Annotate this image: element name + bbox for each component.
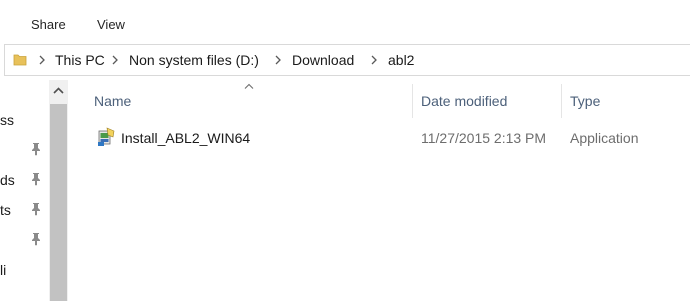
- installer-icon: [98, 127, 115, 146]
- chevron-right-icon[interactable]: [110, 53, 120, 67]
- sort-ascending-icon: [244, 83, 254, 89]
- chevron-right-icon[interactable]: [37, 53, 47, 67]
- file-type: Application: [570, 130, 639, 146]
- nav-item-label[interactable]: ds: [0, 172, 15, 188]
- file-date-modified: 11/27/2015 2:13 PM: [421, 130, 547, 146]
- breadcrumb-drive-d[interactable]: Non system files (D:): [129, 52, 259, 68]
- pin-icon[interactable]: [30, 172, 42, 186]
- folder-icon: [13, 54, 27, 66]
- column-header-label: Name: [94, 93, 132, 109]
- breadcrumb-this-pc[interactable]: This PC: [55, 52, 105, 68]
- file-name: Install_ABL2_WIN64: [121, 130, 251, 146]
- breadcrumb-download[interactable]: Download: [292, 52, 354, 68]
- pin-icon[interactable]: [30, 232, 42, 246]
- navigation-pane: ss ds ts li: [0, 78, 70, 301]
- column-divider[interactable]: [561, 84, 562, 118]
- column-header-label: Type: [570, 93, 601, 109]
- chevron-right-icon[interactable]: [273, 53, 283, 67]
- tab-share[interactable]: Share: [31, 17, 66, 32]
- nav-item-label[interactable]: ss: [0, 112, 14, 128]
- nav-scrollbar[interactable]: [49, 80, 68, 301]
- address-bar[interactable]: This PC Non system files (D:) Download a…: [4, 44, 690, 76]
- column-divider[interactable]: [412, 84, 413, 118]
- breadcrumb-abl2[interactable]: abl2: [388, 52, 414, 68]
- pin-icon[interactable]: [30, 202, 42, 216]
- nav-item-label[interactable]: li: [0, 262, 6, 278]
- scroll-thumb[interactable]: [50, 104, 67, 301]
- chevron-right-icon[interactable]: [369, 53, 379, 67]
- tab-view[interactable]: View: [97, 17, 125, 32]
- file-explorer-window: Share View This PC Non system files (D:)…: [0, 0, 690, 301]
- pin-icon[interactable]: [30, 142, 42, 156]
- scroll-up-icon[interactable]: [49, 80, 68, 102]
- nav-item-label[interactable]: ts: [0, 202, 11, 218]
- ribbon: Share View: [0, 0, 690, 40]
- file-row[interactable]: Install_ABL2_WIN64 11/27/2015 2:13 PM Ap…: [88, 124, 690, 152]
- column-header-label: Date modified: [421, 93, 508, 109]
